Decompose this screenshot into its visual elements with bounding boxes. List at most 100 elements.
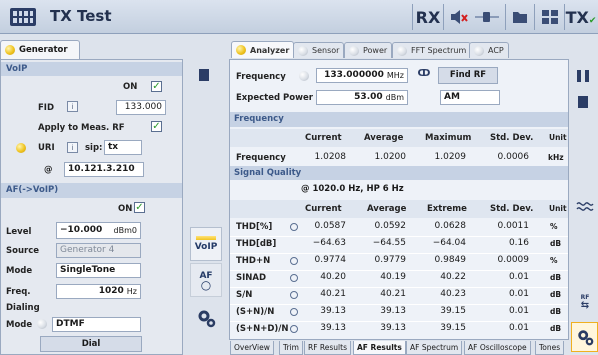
toolbar-divider	[505, 4, 506, 30]
tab-analyzer[interactable]: Analyzer	[231, 41, 295, 58]
sq-col-average: Average	[367, 204, 407, 214]
ip-address-field[interactable]: 10.121.3.210	[64, 162, 144, 177]
slider-icon[interactable]	[473, 6, 501, 28]
app-menu-icon[interactable]	[10, 8, 36, 26]
apply-rf-checkbox[interactable]: ✓	[151, 121, 162, 132]
sq-cell: 0.0592	[374, 221, 407, 231]
fid-field[interactable]: 133.000	[116, 100, 166, 115]
voip-on-checkbox[interactable]: ✓	[151, 81, 162, 92]
sq-cell: 40.21	[380, 289, 406, 299]
tab-fft-label: FFT Spectrum	[411, 46, 467, 55]
find-rf-button[interactable]: Find RF	[438, 67, 498, 84]
pause-icon[interactable]	[577, 70, 589, 82]
tab-rf-results[interactable]: RF Results	[304, 341, 351, 355]
generator-settings-gear-icon[interactable]	[194, 306, 218, 330]
layout-icon[interactable]	[539, 6, 561, 28]
fid-info-icon[interactable]: i	[67, 101, 78, 112]
tab-tones[interactable]: Tones	[535, 341, 565, 355]
expected-power-value: 53.00	[354, 92, 383, 102]
limit-indicator-icon[interactable]	[290, 291, 298, 299]
sq-row-label: THD[dB]	[236, 239, 277, 249]
analyzer-settings-gear-icon[interactable]	[571, 322, 598, 352]
tab-overview[interactable]: OverView	[230, 341, 274, 355]
stop-measurement-icon[interactable]	[578, 96, 588, 108]
limit-indicator-icon[interactable]	[290, 257, 298, 265]
generator-tab-label: Generator	[19, 45, 68, 55]
speaker-mute-icon[interactable]	[448, 6, 470, 28]
sq-col-unit: Unit	[549, 204, 567, 213]
folder-icon[interactable]	[510, 6, 530, 28]
sq-cell: 0.0009	[497, 255, 530, 265]
expected-power-field[interactable]: 53.00 dBm	[316, 90, 408, 105]
sq-row-label: (S+N+D)/N	[236, 324, 289, 334]
tab-sensor-label: Sensor	[312, 46, 340, 55]
level-label: Level	[6, 227, 32, 237]
frequency-section-header: Frequency	[230, 112, 568, 127]
link-icon[interactable]: ↀ	[413, 68, 435, 83]
toolbar-divider	[443, 4, 444, 30]
dial-mode-select[interactable]: DTMF	[52, 317, 141, 332]
waveform-icon[interactable]	[574, 194, 596, 218]
freq-row-label: Frequency	[236, 153, 286, 163]
tab-af-spectrum[interactable]: AF Spectrum	[406, 341, 463, 355]
analyzer-freq-field[interactable]: 133.000000 MHz	[316, 68, 408, 83]
sip-user-field[interactable]: tx	[104, 140, 142, 155]
sq-col-stddev: Std. Dev.	[490, 204, 534, 214]
limit-indicator-icon[interactable]	[290, 223, 298, 231]
sq-unit: dB	[550, 239, 562, 248]
source-label: Source	[6, 246, 40, 256]
af-freq-unit: Hz	[126, 287, 137, 296]
modulation-select[interactable]: AM	[440, 90, 500, 105]
tx-label: TX	[565, 7, 589, 27]
uri-info-icon[interactable]: i	[67, 142, 78, 153]
freq-maximum: 1.0209	[434, 152, 467, 162]
fft-dot-icon	[397, 45, 407, 56]
tx-check-icon: ✔	[588, 16, 597, 26]
voip-section-header: VoIP	[1, 62, 182, 76]
tab-af-oscilloscope[interactable]: AF Oscilloscope	[464, 341, 531, 355]
voip-side-button[interactable]: VoIP	[190, 227, 222, 261]
tab-sensor[interactable]: Sensor	[293, 42, 345, 58]
generator-tab[interactable]: Generator	[0, 40, 80, 59]
sq-cell: 0.16	[508, 238, 529, 248]
limit-indicator-icon[interactable]	[290, 274, 298, 282]
sq-row-label: S/N	[236, 290, 253, 300]
analyzer-dot-icon	[236, 45, 246, 55]
rx-button[interactable]: RX	[416, 6, 441, 28]
tab-trim[interactable]: Trim	[279, 341, 303, 355]
level-value: −10.000	[60, 225, 103, 235]
stop-icon[interactable]	[199, 69, 209, 81]
sq-cell: 40.22	[440, 272, 466, 282]
rf-gen-button[interactable]: RF ⇆	[574, 294, 596, 314]
apply-rf-label: Apply to Meas. RF	[38, 123, 125, 133]
af-freq-field[interactable]: 1020 Hz	[56, 284, 141, 299]
af-on-checkbox[interactable]: ✓	[134, 202, 145, 213]
fid-info-text: i	[71, 102, 74, 111]
acp-dot-icon	[474, 45, 484, 56]
limit-indicator-icon[interactable]	[290, 308, 298, 316]
dial-button[interactable]: Dial	[40, 336, 142, 352]
uri-label: URI	[38, 143, 55, 153]
tx-button[interactable]: TX ✔	[565, 6, 597, 28]
sq-cell: 0.9779	[374, 255, 407, 265]
freq-col-maximum: Maximum	[425, 133, 472, 143]
level-field[interactable]: −10.000 dBm0	[56, 222, 141, 239]
tab-acp[interactable]: ACP	[469, 42, 509, 58]
freq-stddev: 0.0006	[497, 152, 530, 162]
sq-col-current: Current	[305, 204, 342, 214]
limit-indicator-icon[interactable]	[290, 325, 298, 333]
tab-fft-spectrum[interactable]: FFT Spectrum	[392, 42, 472, 58]
sq-cell: 0.9774	[314, 255, 347, 265]
af-section-header: AF(->VoIP)	[1, 183, 182, 198]
tab-power[interactable]: Power	[344, 42, 393, 58]
sq-unit: %	[550, 222, 558, 231]
title-bar: TX Test RX TX ✔	[0, 0, 598, 34]
sq-row-label: SINAD	[236, 273, 267, 283]
af-side-button[interactable]: AF ○	[190, 263, 222, 297]
voip-indicator-icon	[196, 236, 216, 240]
mode-select[interactable]: SingleTone	[56, 263, 141, 278]
row-divider	[230, 253, 568, 254]
tab-af-results[interactable]: AF Results	[353, 341, 406, 355]
sq-cell: 39.13	[320, 323, 346, 333]
source-field[interactable]: Generator 4	[56, 243, 141, 258]
